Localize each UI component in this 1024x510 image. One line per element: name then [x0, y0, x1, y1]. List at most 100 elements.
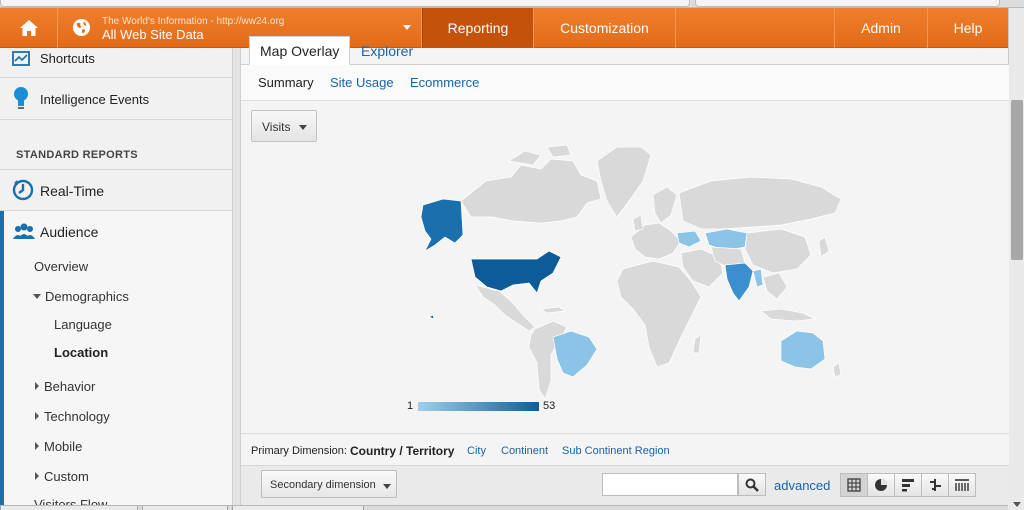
map-legend: 1 53: [407, 398, 567, 414]
bar-view-button[interactable]: [894, 473, 922, 497]
sidebar-item-technology[interactable]: Technology: [35, 409, 110, 424]
map-region-southeast-asia: [762, 272, 788, 300]
chevron-down-icon: [33, 294, 41, 299]
chevron-right-icon: [35, 412, 39, 420]
sidebar-item-label: Real-Time: [40, 183, 105, 199]
tab-map-overlay[interactable]: Map Overlay: [249, 36, 351, 65]
audience-people-icon: [13, 223, 35, 239]
grid-view-icon: [847, 478, 861, 492]
browser-search-bar[interactable]: [695, 0, 1000, 7]
grid-view-button[interactable]: [840, 473, 868, 497]
search-button[interactable]: [738, 473, 766, 496]
map-region-africa: [616, 260, 702, 368]
dimension-country-territory[interactable]: Country / Territory: [350, 444, 454, 458]
sidebar-item-audience[interactable]: Audience: [0, 211, 232, 251]
sidebar-item-language[interactable]: Language: [54, 317, 112, 332]
tab-help[interactable]: Help: [928, 8, 1008, 48]
sidebar-item-location[interactable]: Location: [54, 345, 108, 360]
page-scrollbar[interactable]: [1008, 8, 1024, 510]
sidebar-audience-section: Audience Overview Demographics Language …: [0, 211, 232, 510]
sidebar-item-overview[interactable]: Overview: [34, 259, 88, 274]
advanced-filter-link[interactable]: advanced: [774, 478, 830, 493]
home-icon: [19, 20, 38, 36]
pie-view-icon: [875, 479, 887, 491]
map-region-india: [724, 262, 754, 302]
sidebar-item-mobile[interactable]: Mobile: [35, 439, 82, 454]
section-header: STANDARD REPORTS: [0, 120, 232, 170]
map-region-uk: [632, 214, 644, 232]
account-name: All Web Site Data: [102, 27, 204, 42]
sidebar-item-custom[interactable]: Custom: [35, 469, 89, 484]
bar-view-icon: [902, 479, 914, 492]
chevron-down-icon: [299, 125, 307, 130]
dimension-city[interactable]: City: [467, 445, 486, 457]
chevron-down-icon: [403, 25, 411, 30]
table-search-input[interactable]: [602, 473, 738, 496]
chevron-down-icon: [383, 484, 391, 489]
comparison-view-button[interactable]: [921, 473, 949, 497]
subtab-site-usage[interactable]: Site Usage: [330, 75, 394, 90]
primary-dimension-bar: Primary Dimension: Country / Territory C…: [241, 433, 1009, 465]
metric-select[interactable]: Visits: [251, 110, 317, 142]
top-nav-bar: The World's Information - http://ww24.or…: [0, 8, 1008, 48]
subtab-ecommerce[interactable]: Ecommerce: [410, 75, 479, 90]
taskbar-segment: [0, 506, 138, 510]
taskbar-segment: [142, 506, 228, 510]
world-map[interactable]: [401, 141, 861, 401]
browser-address-bar[interactable]: [0, 0, 690, 7]
section-title: STANDARD REPORTS: [16, 149, 138, 161]
map-region-caribbean: [540, 306, 566, 314]
sidebar-item-label: Mobile: [44, 439, 83, 454]
scroll-down-icon[interactable]: [1013, 502, 1021, 507]
sidebar-item-label: Intelligence Events: [40, 92, 150, 107]
shortcuts-icon: [12, 51, 30, 66]
active-section-indicator: [0, 211, 4, 510]
map-region-mexico: [474, 284, 536, 332]
map-region-hawaii: [428, 314, 435, 320]
map-region-ukraine: [676, 230, 702, 248]
sidebar: Shortcuts Intelligence Events STANDARD R…: [0, 48, 233, 510]
tab-customization[interactable]: Customization: [534, 8, 676, 48]
sidebar-item-demographics[interactable]: Demographics: [33, 289, 129, 304]
lightbulb-icon: [14, 87, 28, 109]
primary-dimension-label: Primary Dimension:: [251, 445, 347, 457]
pie-view-button[interactable]: [867, 473, 895, 497]
tab-admin[interactable]: Admin: [834, 8, 928, 48]
map-region-australia: [780, 330, 826, 370]
sidebar-item-behavior[interactable]: Behavior: [35, 379, 95, 394]
map-region-new-zealand: [832, 362, 842, 378]
scrollbar-thumb[interactable]: [1011, 100, 1023, 260]
sidebar-item-label: Audience: [40, 224, 99, 240]
pivot-view-button[interactable]: [948, 473, 976, 497]
sidebar-item-realtime[interactable]: Real-Time: [0, 170, 232, 211]
chevron-right-icon: [35, 442, 39, 450]
subtab-summary[interactable]: Summary: [258, 75, 314, 90]
sidebar-item-shortcuts[interactable]: Shortcuts: [0, 48, 232, 78]
map-region-indonesia: [760, 308, 817, 322]
map-region-scandinavia: [652, 186, 678, 224]
main-content: Map Overlay Explorer Summary Site Usage …: [234, 36, 1009, 510]
secondary-dimension-label: Secondary dimension: [270, 479, 376, 491]
legend-max: 53: [543, 400, 556, 412]
map-region-brazil: [552, 330, 598, 378]
account-url: The World's Information - http://ww24.or…: [102, 16, 285, 27]
secondary-dimension-select[interactable]: Secondary dimension: [261, 470, 397, 498]
map-region-canada: [460, 158, 602, 224]
chevron-right-icon: [35, 382, 39, 390]
map-region-alaska: [420, 198, 464, 252]
map-region-russia: [678, 176, 842, 230]
sidebar-item-label: Custom: [44, 469, 89, 484]
home-button[interactable]: [0, 8, 58, 48]
taskbar-segment: [232, 506, 364, 510]
map-region-united-states: [470, 250, 562, 294]
dimension-sub-continent-region[interactable]: Sub Continent Region: [562, 445, 670, 457]
tab-reporting[interactable]: Reporting: [422, 8, 534, 48]
dimension-continent[interactable]: Continent: [501, 445, 548, 457]
sidebar-item-intelligence-events[interactable]: Intelligence Events: [0, 78, 232, 120]
sidebar-item-label: Demographics: [45, 289, 129, 304]
map-region-japan: [818, 236, 830, 258]
tab-explorer[interactable]: Explorer: [351, 36, 423, 65]
comparison-view-icon: [930, 479, 941, 491]
table-view-switcher: [840, 473, 976, 497]
sidebar-item-label: Behavior: [44, 379, 96, 394]
